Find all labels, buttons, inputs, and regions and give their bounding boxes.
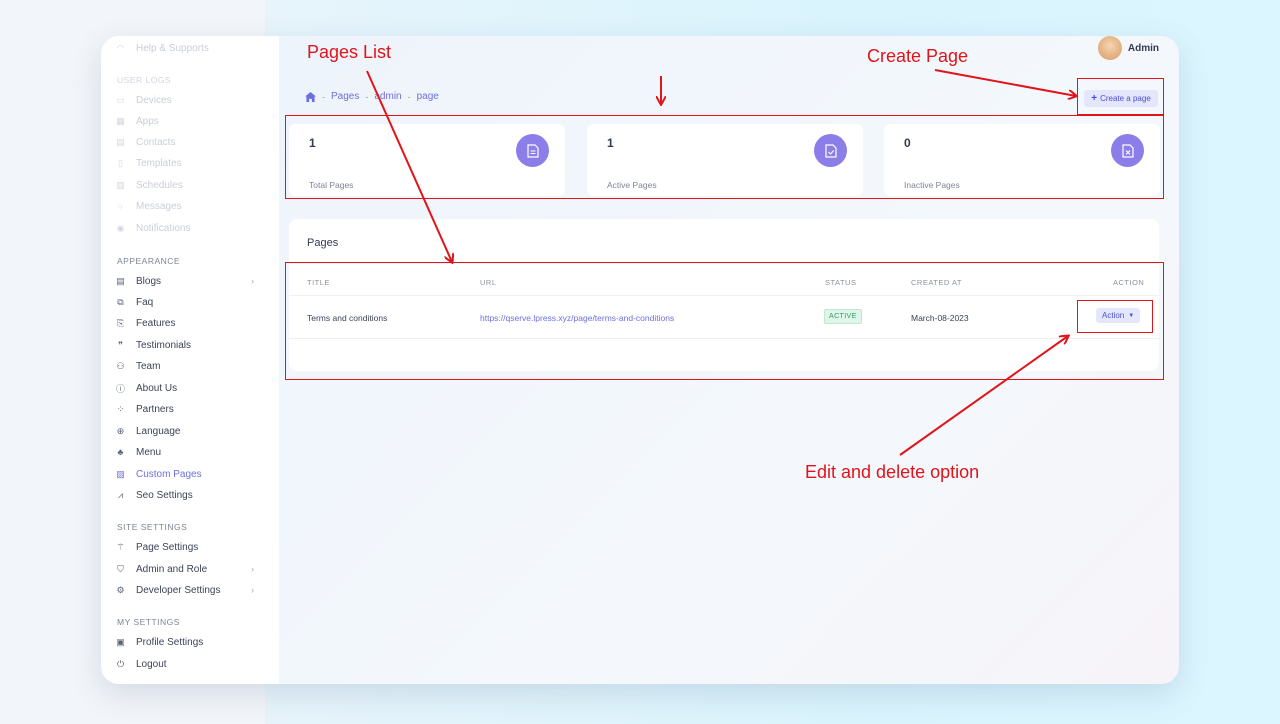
calendar-icon: ▥ (116, 179, 125, 190)
chevron-right-icon: › (251, 564, 254, 574)
headset-icon: ◠ (116, 42, 125, 53)
sidebar-item-apps[interactable]: ▦ Apps (115, 112, 159, 130)
profile-card-icon: ▣ (116, 636, 125, 647)
chevron-right-icon: › (251, 585, 254, 595)
sidebar-item-blogs[interactable]: ▤ Blogs › (115, 272, 254, 290)
breadcrumb-item-page: page (416, 91, 439, 102)
sidebar-item-language[interactable]: ⊕ Language (115, 422, 181, 440)
sidebar-item-help-support[interactable]: ◠ Help & Supports (115, 39, 209, 57)
annotation-box-stats (285, 115, 1164, 199)
sidebar-item-menu[interactable]: ♣ Menu (115, 443, 161, 461)
home-icon[interactable] (305, 91, 316, 102)
breadcrumb-separator: - (407, 91, 411, 102)
section-label-appearance: APPEARANCE (117, 256, 181, 266)
section-label-site-settings: SITE SETTINGS (117, 522, 188, 532)
faq-icon: ⧉ (117, 296, 124, 307)
quote-icon: ❞ (118, 339, 123, 350)
gear-icon: ⚙ (116, 584, 125, 595)
section-label-user-logs: USER LOGS (117, 75, 172, 85)
sidebar-item-contacts[interactable]: ▤ Contacts (115, 133, 175, 151)
user-name: Admin (1127, 42, 1159, 54)
menu-tree-icon: ♣ (117, 447, 124, 457)
annotation-box-create-page (1077, 78, 1164, 115)
annotation-box-action (1077, 300, 1153, 333)
breadcrumb-separator: - (365, 91, 369, 102)
image-icon: ▨ (116, 468, 125, 479)
features-icon: ⎘ (116, 317, 125, 328)
shield-icon: ⛉ (117, 563, 124, 574)
device-icon: ▭ (116, 94, 125, 105)
sidebar-item-team[interactable]: ⚇ Team (115, 357, 160, 375)
breadcrumb-item-admin[interactable]: admin (374, 91, 401, 102)
sidebar-item-notifications[interactable]: ◉ Notifications (115, 219, 191, 237)
avatar[interactable] (1097, 36, 1122, 60)
chart-line-icon: ⩘ (117, 489, 124, 500)
chevron-right-icon: › (251, 276, 254, 286)
sidebar-item-devices[interactable]: ▭ Devices (115, 91, 171, 109)
annotation-pages-list: Pages List (307, 42, 392, 62)
sidebar-item-logout[interactable]: ⏻ Logout (115, 655, 167, 673)
user-menu[interactable]: Admin (1097, 36, 1159, 60)
sidebar-item-templates[interactable]: ▯ Templates (115, 154, 182, 172)
info-icon: ⓘ (115, 383, 125, 394)
message-icon: ○ (117, 201, 124, 211)
section-label-my-settings: MY SETTINGS (117, 617, 180, 627)
apps-icon: ▦ (116, 115, 125, 126)
annotation-edit-delete: Edit and delete option (805, 462, 980, 482)
pages-card-title: Pages (307, 237, 339, 249)
blog-icon: ▤ (116, 275, 125, 286)
sidebar-item-profile-settings[interactable]: ▣ Profile Settings (115, 633, 203, 651)
partners-icon: ⁘ (116, 403, 125, 414)
globe-icon: ⊕ (116, 425, 125, 436)
sidebar-item-page-settings[interactable]: ⚚ Page Settings (115, 538, 198, 556)
breadcrumb: - Pages - admin - page (305, 91, 439, 102)
annotation-create-page: Create Page (867, 46, 969, 66)
sidebar-item-seo-settings[interactable]: ⩘ Seo Settings (115, 486, 193, 504)
sidebar-item-testimonials[interactable]: ❞ Testimonials (115, 336, 191, 354)
breadcrumb-separator: - (322, 91, 325, 102)
sidebar-item-admin-role[interactable]: ⛉ Admin and Role › (115, 560, 254, 578)
annotation-box-pages-list (285, 262, 1164, 380)
power-icon: ⏻ (116, 658, 125, 669)
magic-wand-icon: ⚚ (116, 541, 125, 552)
sidebar-item-partners[interactable]: ⁘ Partners (115, 400, 174, 418)
sidebar-item-faq[interactable]: ⧉ Faq (115, 293, 153, 311)
sidebar-item-features[interactable]: ⎘ Features (115, 314, 176, 332)
sidebar-item-custom-pages[interactable]: ▨ Custom Pages (115, 465, 201, 483)
sidebar-item-about-us[interactable]: ⓘ About Us (115, 379, 177, 397)
sidebar-item-developer-settings[interactable]: ⚙ Developer Settings › (115, 581, 254, 599)
sidebar-item-messages[interactable]: ○ Messages (115, 197, 182, 215)
sidebar-item-schedules[interactable]: ▥ Schedules (115, 176, 182, 194)
sidebar: ◠ Help & Supports USER LOGS ▭ Devices ▦ … (101, 36, 279, 684)
bell-icon: ◉ (116, 222, 125, 233)
contacts-icon: ▤ (116, 136, 125, 147)
team-icon: ⚇ (116, 360, 125, 371)
breadcrumb-item-pages[interactable]: Pages (331, 91, 359, 102)
template-icon: ▯ (118, 157, 123, 168)
